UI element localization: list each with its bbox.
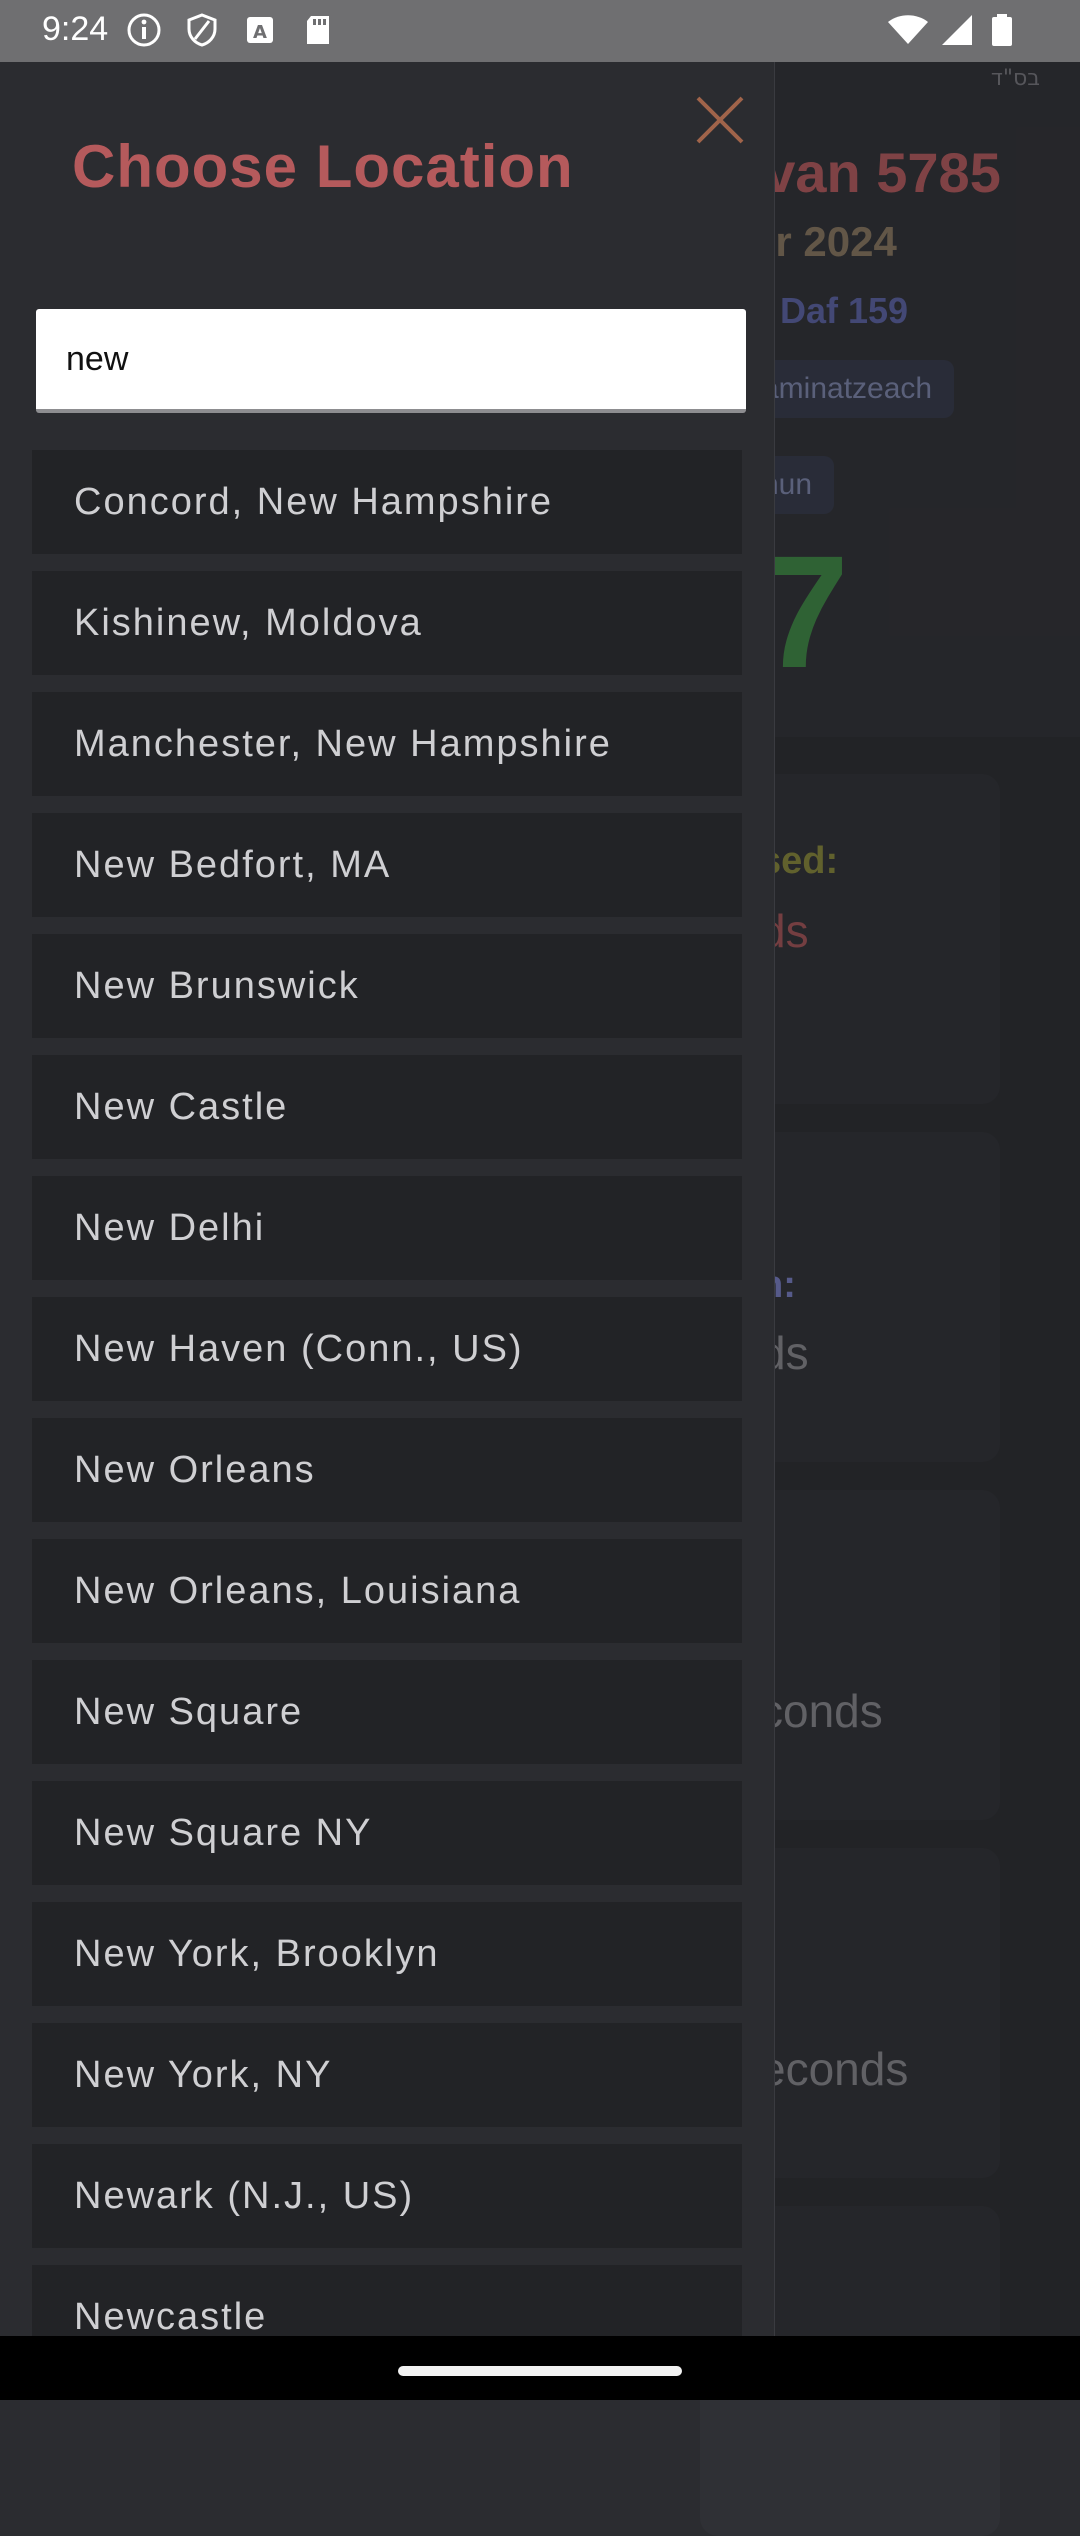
location-result-item[interactable]: Kishinew, Moldova <box>32 571 742 675</box>
location-result-item[interactable]: New York, Brooklyn <box>32 1902 742 2006</box>
location-result-item[interactable]: New Brunswick <box>32 934 742 1038</box>
drawer-title: Choose Location <box>72 133 574 200</box>
location-result-item[interactable]: Newcastle <box>32 2265 742 2336</box>
font-a-icon: A <box>247 17 273 43</box>
svg-text:A: A <box>253 22 267 43</box>
navigation-bar <box>0 2336 1080 2400</box>
location-result-item[interactable]: Newark (N.J., US) <box>32 2144 742 2248</box>
status-time: 9:24 <box>42 10 109 48</box>
location-drawer: Choose Location Concord, New Hampshire Ki… <box>0 62 774 2336</box>
info-icon <box>127 13 161 47</box>
signal-icon <box>942 15 972 45</box>
location-search-input[interactable] <box>36 309 746 413</box>
location-result-item[interactable]: New Castle <box>32 1055 742 1159</box>
drawer-divider <box>774 62 775 2336</box>
location-result-item[interactable]: New York, NY <box>32 2023 742 2127</box>
location-result-item[interactable]: New Orleans <box>32 1418 742 1522</box>
location-result-item[interactable]: Manchester, New Hampshire <box>32 692 742 796</box>
close-icon[interactable] <box>690 90 750 150</box>
location-result-item[interactable]: New Square NY <box>32 1781 742 1885</box>
sd-card-icon <box>307 16 329 44</box>
location-result-item[interactable]: New Orleans, Louisiana <box>32 1539 742 1643</box>
wifi-icon <box>888 15 928 44</box>
home-gesture-handle[interactable] <box>398 2366 682 2376</box>
location-results-list: Concord, New Hampshire Kishinew, Moldova M… <box>32 450 742 2336</box>
location-result-item[interactable]: New Delhi <box>32 1176 742 1280</box>
battery-icon <box>992 14 1012 46</box>
status-bar: 9:24 A <box>0 0 1080 62</box>
location-result-item[interactable]: New Haven (Conn., US) <box>32 1297 742 1401</box>
location-result-item[interactable]: Concord, New Hampshire <box>32 450 742 554</box>
shield-icon <box>187 13 217 47</box>
location-result-item[interactable]: New Square <box>32 1660 742 1764</box>
location-result-item[interactable]: New Bedfort, MA <box>32 813 742 917</box>
